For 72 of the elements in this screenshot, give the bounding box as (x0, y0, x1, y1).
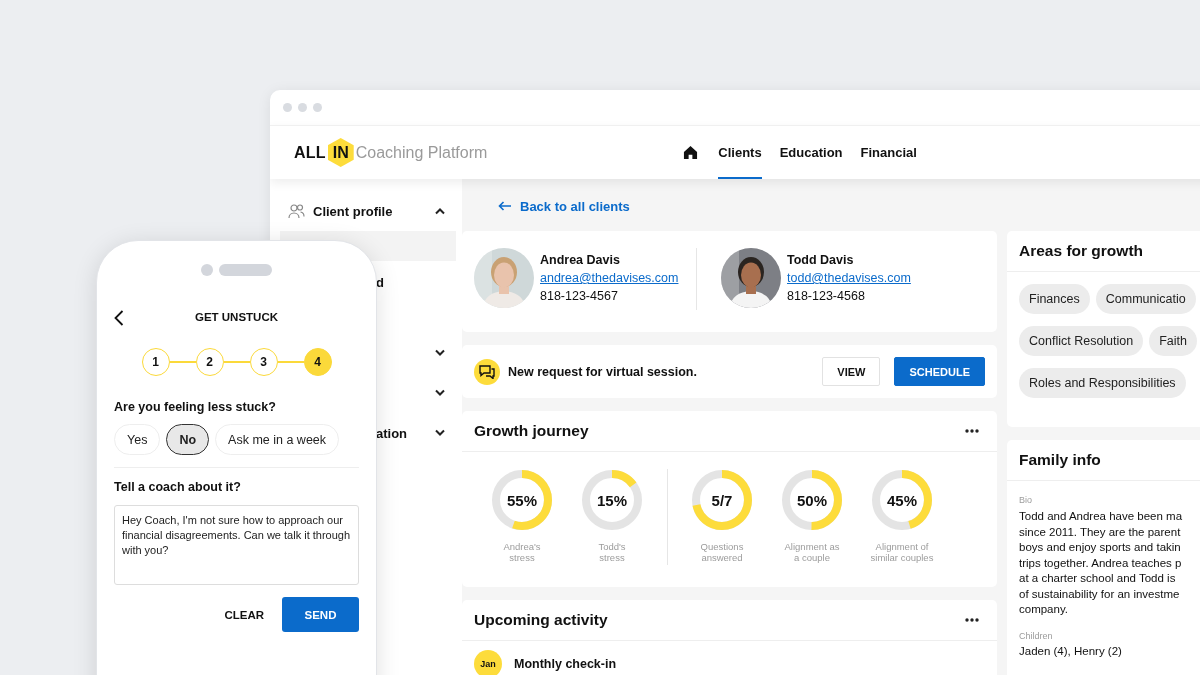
chevron-icon[interactable] (434, 349, 446, 357)
tag-chip[interactable]: Conflict Resolution (1019, 326, 1144, 356)
chevron-icon[interactable] (434, 207, 446, 215)
prompt-text: Tell a coach about it? (114, 480, 242, 494)
ring-value: 5/7 (711, 492, 733, 508)
logo-subtitle: Coaching Platform (355, 143, 488, 162)
back-link[interactable]: Back to all clients (498, 197, 630, 215)
home-icon[interactable] (683, 145, 699, 160)
tag-chip[interactable]: Finances (1019, 284, 1090, 314)
question-text: Are you feeling less stuck? (114, 400, 277, 414)
nav-tab[interactable]: Education (779, 126, 843, 179)
schedule-button[interactable]: SCHEDULE (894, 357, 985, 386)
children-text: Jaden (4), Henry (2) (1019, 644, 1123, 657)
back-icon[interactable] (114, 310, 124, 326)
card-title: Family info (1019, 451, 1101, 469)
message-field[interactable]: Hey Coach, I'm not sure how to approach our financial disagreements. Can we talk it through with you? (114, 505, 359, 585)
notification-text: New request for virtual session. (508, 364, 698, 379)
tag-chip[interactable]: Communicatio (1095, 284, 1196, 314)
client-name: Todd Davis (787, 252, 855, 268)
speaker-pill (219, 264, 272, 276)
email-link[interactable]: andrea@thedavises.com (540, 270, 679, 286)
chevron-icon[interactable] (434, 389, 446, 397)
tag-chip[interactable]: Roles and Responsibilities (1019, 368, 1186, 398)
people-icon (288, 203, 305, 219)
client-name: Andrea Davis (540, 252, 621, 268)
email-link[interactable]: todd@thedavises.com (787, 270, 911, 286)
tag-chip[interactable]: Faith (1149, 326, 1197, 356)
sidebar-section[interactable]: Client profile (313, 203, 393, 219)
phone-number: 818-123-4567 (540, 288, 619, 304)
clear-button[interactable]: CLEAR (224, 608, 264, 621)
logo-badge: IN (327, 138, 354, 167)
chat-icon (474, 358, 500, 385)
metric-label: Todd's stress (598, 541, 626, 563)
field-label: Bio (1019, 495, 1033, 505)
step-circle[interactable]: 2 (195, 348, 224, 376)
option-button[interactable]: Ask me in a week (215, 424, 340, 455)
chevron-icon[interactable] (434, 429, 446, 437)
field-label: Children (1019, 630, 1054, 641)
camera-dot (201, 264, 213, 276)
step-circle[interactable]: 3 (249, 348, 278, 376)
window-dot[interactable] (313, 103, 322, 112)
more-icon[interactable] (965, 429, 979, 433)
window-dot[interactable] (298, 103, 307, 112)
activity-title: Monthly check-in (514, 657, 617, 671)
metric-label: Alignment as a couple (784, 541, 840, 563)
phone-number: 818-123-4568 (787, 288, 866, 304)
send-button[interactable]: SEND (282, 597, 359, 632)
metric-label: Questions answered (700, 541, 744, 563)
sidebar-section[interactable]: ation (376, 425, 408, 441)
view-button[interactable]: VIEW (822, 357, 881, 386)
sidebar-item[interactable]: d (376, 274, 384, 290)
window-dot[interactable] (283, 103, 292, 112)
bio-text: Todd and Andrea have been ma since 2011. They are the parent boys and enjoy sports and takin trips together. Andrea teaches p at a charter school and Todd is of sustainability for an investme company. (1019, 509, 1184, 617)
metric-label: Alignment of similar couples (870, 541, 934, 563)
option-button[interactable]: No (166, 424, 210, 455)
step-circle[interactable]: 1 (141, 348, 170, 376)
ring-value: 55% (507, 492, 537, 508)
card-title: Growth journey (474, 422, 589, 440)
ring-value: 15% (597, 492, 627, 508)
arrow-left-icon (498, 201, 512, 211)
more-icon[interactable] (965, 618, 979, 622)
screen-title: GET UNSTUCK (194, 311, 279, 323)
card-title: Areas for growth (1019, 242, 1143, 260)
card-title: Upcoming activity (474, 611, 608, 629)
ring-value: 50% (797, 492, 827, 508)
month-badge: Jan (474, 650, 502, 675)
step-circle[interactable]: 4 (303, 348, 332, 376)
nav-tab[interactable]: Financial (860, 126, 917, 179)
logo-text: ALL (294, 143, 326, 162)
ring-value: 45% (887, 492, 917, 508)
metric-label: Andrea's stress (503, 541, 541, 563)
option-button[interactable]: Yes (114, 424, 161, 455)
